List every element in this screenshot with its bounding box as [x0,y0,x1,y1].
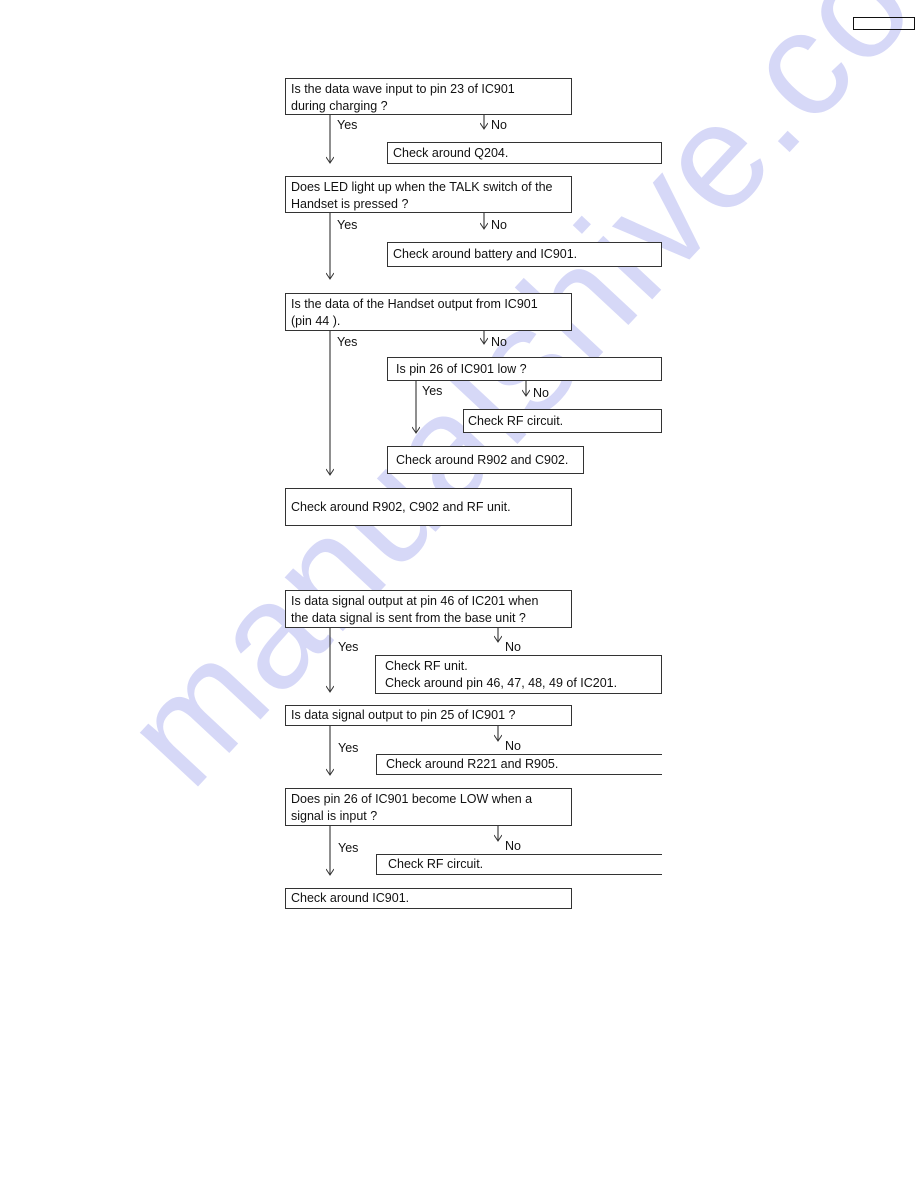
fc1-action-check-r902-c902: Check around R902 and C902. [387,446,584,474]
no-label: No [491,218,507,232]
fc2-action-check-rf-circuit: Check RF circuit. [376,854,662,875]
yes-label: Yes [337,118,358,132]
fc2-action-check-r221-r905: Check around R221 and R905. [376,754,662,775]
fc2-action-check-rf-unit: Check RF unit. Check around pin 46, 47, … [375,655,662,694]
no-label: No [491,335,507,349]
fc1-question-data-wave-input: Is the data wave input to pin 23 of IC90… [285,78,572,115]
no-label: No [533,386,549,400]
box-text-line: Does pin 26 of IC901 become LOW when a [291,792,533,806]
box-text-line: Does LED light up when the TALK switch o… [291,180,553,194]
box-text-line: Check RF unit. [385,659,468,673]
box-text-line: signal is input ? [291,809,378,823]
yes-label: Yes [337,218,358,232]
box-text-line: (pin 44 ). [291,314,341,328]
yes-label: Yes [422,384,443,398]
fc2-question-pin25-output: Is data signal output to pin 25 of IC901… [285,705,572,726]
box-text-line: Is the data wave input to pin 23 of IC90… [291,82,515,96]
box-text-line: during charging ? [291,99,388,113]
fc1-question-pin26-low: Is pin 26 of IC901 low ? [387,357,662,381]
box-text-line: Is the data of the Handset output from I… [291,297,538,311]
box-text-line: the data signal is sent from the base un… [291,611,526,625]
fc1-question-handset-output: Is the data of the Handset output from I… [285,293,572,331]
yes-label: Yes [338,640,359,654]
no-label: No [505,739,521,753]
box-text-line: Check around pin 46, 47, 48, 49 of IC201… [385,676,618,690]
fc1-action-check-rf-circuit: Check RF circuit. [463,409,662,433]
fc2-question-pin26-low: Does pin 26 of IC901 become LOW when a s… [285,788,572,826]
fc2-final-check-ic901: Check around IC901. [285,888,572,909]
box-text-line: Is data signal output at pin 46 of IC201… [291,594,539,608]
no-label: No [505,640,521,654]
fc1-question-led-light: Does LED light up when the TALK switch o… [285,176,572,213]
fc1-final-check-r902-c902-rf: Check around R902, C902 and RF unit. [285,488,572,526]
no-label: No [505,839,521,853]
yes-label: Yes [338,841,359,855]
no-label: No [491,118,507,132]
box-text-line: Handset is pressed ? [291,197,409,211]
fc2-question-pin46-output: Is data signal output at pin 46 of IC201… [285,590,572,628]
fc1-action-check-q204: Check around Q204. [387,142,662,164]
yes-label: Yes [337,335,358,349]
yes-label: Yes [338,741,359,755]
fc1-action-check-battery: Check around battery and IC901. [387,242,662,267]
